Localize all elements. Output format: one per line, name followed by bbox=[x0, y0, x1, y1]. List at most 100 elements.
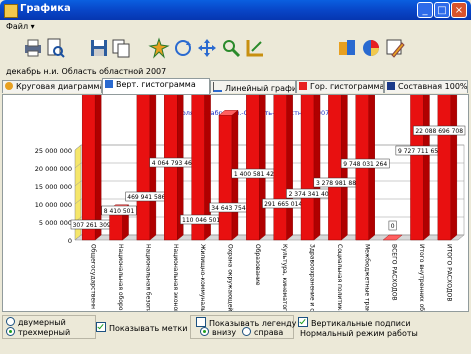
y-tick-label: 10 000 000 bbox=[35, 201, 72, 209]
bar-side bbox=[450, 0, 458, 241]
bar bbox=[300, 0, 315, 241]
radio-2d[interactable] bbox=[6, 317, 15, 326]
data-label: 8 410 501 bbox=[104, 208, 135, 215]
show-marks-option[interactable]: Показывать метки bbox=[96, 322, 187, 333]
axes-icon[interactable] bbox=[244, 37, 266, 59]
category-label: Межбюджетные трансф bbox=[363, 244, 370, 311]
data-label: 291 665 014 bbox=[264, 201, 302, 208]
bar bbox=[410, 0, 424, 241]
legend-right-option[interactable]: справа bbox=[242, 327, 283, 337]
category-label: Культура, кинематогр bbox=[281, 244, 288, 311]
maximize-button[interactable]: □ bbox=[434, 2, 450, 18]
tab-line[interactable]: Линейный график bbox=[210, 80, 296, 93]
data-label: 2 374 341 401 bbox=[289, 191, 333, 198]
bar bbox=[246, 0, 260, 241]
category-label: Общегосударственн bbox=[90, 244, 97, 309]
tab-pie[interactable]: Круговая диаграмма bbox=[2, 80, 102, 93]
data-label: 469 941 586 bbox=[127, 194, 165, 201]
floor bbox=[74, 234, 465, 241]
category-label: Итого внутренних обор bbox=[418, 244, 425, 311]
window-title: Графика bbox=[20, 3, 71, 14]
bar bbox=[218, 115, 233, 241]
y-tick-label: 25 000 000 bbox=[35, 147, 72, 155]
circle-arrows-icon[interactable] bbox=[172, 37, 194, 59]
radio-3d[interactable] bbox=[6, 327, 15, 336]
minimize-button[interactable]: _ bbox=[417, 2, 433, 18]
category-label: Здравоохранение и с bbox=[309, 244, 316, 311]
show-legend-checkbox[interactable] bbox=[196, 317, 206, 327]
data-label: 34 643 754 bbox=[211, 205, 246, 212]
stacked-chart-icon bbox=[387, 82, 395, 90]
data-label: 22 088 696 708 bbox=[415, 128, 463, 135]
bar-side bbox=[94, 0, 102, 241]
status-text: Нормальный режим работы bbox=[300, 329, 418, 338]
show-marks-checkbox[interactable] bbox=[96, 322, 106, 332]
menu-bar: Файл ▾ bbox=[0, 20, 471, 34]
category-label: Жилищно-коммунальн bbox=[199, 244, 206, 311]
y-tick-label: 20 000 000 bbox=[35, 165, 72, 173]
vertical-labels-checkbox[interactable] bbox=[298, 317, 308, 327]
toolbar bbox=[0, 34, 471, 64]
y-tick-label: 15 000 000 bbox=[35, 183, 72, 191]
menu-file[interactable]: Файл ▾ bbox=[6, 22, 35, 31]
category-label: Национальная безопа bbox=[144, 244, 151, 311]
tab-strip: Круговая диаграмма Верт. гистограмма Лин… bbox=[0, 78, 471, 94]
vertical-labels-option[interactable]: Вертикальные подписи bbox=[298, 317, 411, 328]
tab-stacked[interactable]: Составная 100% bbox=[384, 80, 468, 93]
radio-below[interactable] bbox=[200, 327, 209, 336]
chart-panel: 0 5 000 000 10 000 000 15 000 000 20 000 000… bbox=[2, 0, 469, 321]
bar bbox=[164, 0, 178, 241]
bar-chart: 0 5 000 000 10 000 000 15 000 000 20 000 000… bbox=[35, 0, 466, 321]
preview-icon[interactable] bbox=[44, 37, 66, 59]
bar-side bbox=[149, 0, 157, 241]
move-icon[interactable] bbox=[196, 37, 218, 59]
pie-chart-icon bbox=[5, 82, 13, 90]
rotate-icon[interactable] bbox=[148, 37, 170, 59]
data-label: 1 400 581 425 bbox=[234, 171, 278, 178]
y-tick-label: 0 bbox=[68, 237, 72, 245]
printer-icon[interactable] bbox=[22, 37, 44, 59]
hbar-chart-icon bbox=[299, 82, 307, 90]
bar bbox=[81, 0, 96, 241]
report-caption: декабрь н.и. Область областной 2007 bbox=[6, 67, 167, 76]
pie-icon[interactable] bbox=[360, 37, 382, 59]
bar bbox=[437, 0, 452, 241]
bar bbox=[273, 0, 287, 241]
data-label: 4 064 793 468 bbox=[152, 160, 196, 167]
line-chart-icon bbox=[213, 82, 222, 92]
bar bbox=[136, 0, 151, 241]
data-label: 0 bbox=[391, 223, 395, 230]
tab-vertical-histogram[interactable]: Верт. гистограмма bbox=[102, 78, 210, 94]
bar-side bbox=[423, 0, 430, 241]
app-icon bbox=[4, 4, 18, 18]
bar-side bbox=[313, 0, 321, 241]
radio-right[interactable] bbox=[242, 327, 251, 336]
bar bbox=[328, 0, 342, 241]
zoom-icon[interactable] bbox=[220, 37, 242, 59]
colors-icon[interactable] bbox=[336, 37, 358, 59]
bar-side bbox=[286, 0, 293, 241]
edit-icon[interactable] bbox=[384, 37, 406, 59]
data-label: 110 046 501 bbox=[182, 217, 220, 224]
close-button[interactable]: × bbox=[451, 2, 467, 18]
category-label: ИТОГО РАСХОДОВ bbox=[445, 244, 452, 301]
data-label: 307 261 309 bbox=[73, 222, 111, 229]
options-panel: двумерный трехмерный Показывать метки По… bbox=[0, 314, 471, 354]
bar-side bbox=[259, 0, 266, 241]
title-bar: Графика _ □ × bbox=[0, 0, 471, 20]
bar-chart-icon bbox=[105, 80, 113, 88]
legend-below-option[interactable]: внизу bbox=[200, 327, 236, 337]
category-label: Социальная политика bbox=[336, 244, 343, 311]
data-label: 9 748 031 264 bbox=[343, 161, 387, 168]
data-label: 3 278 981 884 bbox=[316, 180, 360, 187]
category-label: Образование bbox=[254, 244, 261, 286]
category-label: Охрана окружающей bbox=[226, 244, 233, 311]
tab-horizontal-histogram[interactable]: Гор. гистограмма bbox=[296, 80, 384, 93]
y-tick-label: 5 000 000 bbox=[39, 219, 72, 227]
data-label: 9 727 711 654 bbox=[398, 148, 442, 155]
save-icon[interactable] bbox=[88, 37, 110, 59]
category-label: Национальная эконом bbox=[172, 244, 179, 311]
copy-icon[interactable] bbox=[110, 37, 132, 59]
option-3d[interactable]: трехмерный bbox=[6, 327, 70, 337]
option-2d[interactable]: двумерный bbox=[6, 317, 66, 327]
